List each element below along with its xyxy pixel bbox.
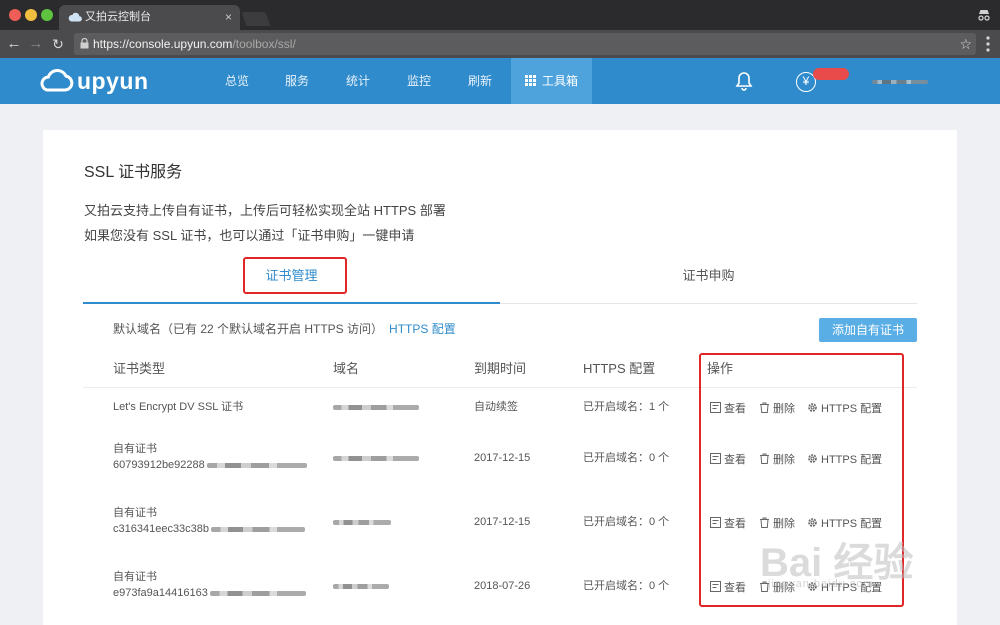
maximize-window-button[interactable] bbox=[41, 9, 53, 21]
bookmark-star-icon[interactable]: ☆ bbox=[959, 33, 972, 55]
baidu-watermark-url: jingyan.baidu.com bbox=[768, 578, 874, 590]
upyun-logo[interactable]: upyun bbox=[38, 67, 158, 95]
lock-icon bbox=[80, 38, 89, 49]
incognito-icon bbox=[978, 10, 990, 21]
highlight-box-tab bbox=[243, 257, 347, 294]
column-header-domain: 域名 bbox=[333, 361, 360, 376]
bell-icon[interactable] bbox=[735, 71, 753, 91]
description-line-2: 如果您没有 SSL 证书，也可以通过「证书申购」一键申请 bbox=[84, 228, 415, 243]
expiry-value: 自动续签 bbox=[474, 401, 518, 413]
url-path: /toolbox/ssl/ bbox=[232, 37, 296, 51]
page-title: SSL 证书服务 bbox=[84, 164, 183, 181]
new-tab-button[interactable] bbox=[241, 12, 271, 26]
nav-refresh[interactable]: 刷新 bbox=[455, 58, 505, 104]
domain-value bbox=[333, 514, 391, 530]
nav-monitoring[interactable]: 监控 bbox=[394, 58, 444, 104]
column-header-type: 证书类型 bbox=[113, 361, 166, 376]
cert-id: c316341eec33c38b bbox=[113, 521, 306, 537]
domain-value bbox=[333, 578, 389, 594]
tab-certificate-purchase[interactable]: 证书申购 bbox=[500, 256, 917, 303]
tab-close-icon[interactable]: × bbox=[225, 5, 232, 30]
minimize-window-button[interactable] bbox=[25, 9, 37, 21]
app-header: upyun 总览 服务 统计 监控 刷新 工具箱 ¥ bbox=[0, 58, 1000, 104]
grid-icon bbox=[524, 75, 536, 86]
logo-text: upyun bbox=[77, 68, 149, 94]
nav-toolbox[interactable]: 工具箱 bbox=[511, 58, 592, 104]
nav-statistics[interactable]: 统计 bbox=[333, 58, 383, 104]
column-header-https: HTTPS 配置 bbox=[583, 361, 656, 376]
address-bar[interactable]: https://console.upyun.com/toolbox/ssl/ ☆ bbox=[74, 33, 976, 55]
domain-value bbox=[333, 399, 419, 415]
browser-menu-icon[interactable] bbox=[986, 36, 990, 52]
tab-bar: 证书管理 证书申购 bbox=[83, 256, 917, 304]
https-config-link[interactable]: HTTPS 配置 bbox=[389, 322, 456, 336]
user-account-menu[interactable] bbox=[872, 80, 928, 84]
https-status: 已开启域名：0 个 bbox=[583, 452, 670, 464]
default-domain-notice: 默认域名（已有 22 个默认域名开启 HTTPS 访问） HTTPS 配置 bbox=[113, 320, 456, 337]
description-line-1: 又拍云支持上传自有证书，上传后可轻松实现全站 HTTPS 部署 bbox=[84, 203, 446, 218]
cert-type: 自有证书 bbox=[113, 443, 157, 455]
expiry-value: 2017-12-15 bbox=[474, 452, 531, 464]
browser-toolbar: ← → ↻ https://console.upyun.com/toolbox/… bbox=[0, 30, 1000, 58]
cert-type: 自有证书 bbox=[113, 571, 157, 583]
cert-id: e973fa9a14416163 bbox=[113, 585, 306, 601]
browser-tabbar: 又拍云控制台 × bbox=[0, 0, 1000, 30]
tab-title: 又拍云控制台 bbox=[85, 11, 151, 23]
notice-text: 默认域名（已有 22 个默认域名开启 HTTPS 访问） bbox=[113, 322, 384, 336]
expiry-value: 2017-12-15 bbox=[474, 516, 531, 528]
url-scheme: https:// bbox=[93, 37, 130, 51]
cert-id: 60793912be92288 bbox=[113, 457, 307, 473]
url-host: console.upyun.com bbox=[129, 37, 233, 51]
https-status: 已开启域名：1 个 bbox=[583, 401, 670, 413]
column-header-expiry: 到期时间 bbox=[474, 361, 527, 376]
cert-type: 自有证书 bbox=[113, 507, 157, 519]
expiry-value: 2018-07-26 bbox=[474, 580, 531, 592]
browser-tab[interactable]: 又拍云控制台 × bbox=[59, 5, 240, 30]
nav-services[interactable]: 服务 bbox=[272, 58, 322, 104]
cert-type: Let's Encrypt DV SSL 证书 bbox=[113, 401, 244, 413]
logo-cloud-icon bbox=[40, 69, 74, 92]
https-status: 已开启域名：0 个 bbox=[583, 516, 670, 528]
forward-arrow-icon[interactable]: → bbox=[26, 30, 46, 58]
balance-badge bbox=[813, 68, 849, 80]
cloud-icon bbox=[68, 12, 82, 22]
nav-overview[interactable]: 总览 bbox=[212, 58, 262, 104]
add-certificate-button[interactable]: 添加自有证书 bbox=[819, 318, 917, 342]
domain-value bbox=[333, 450, 419, 466]
https-status: 已开启域名：0 个 bbox=[583, 580, 670, 592]
close-window-button[interactable] bbox=[9, 9, 21, 21]
back-arrow-icon[interactable]: ← bbox=[4, 30, 24, 58]
reload-icon[interactable]: ↻ bbox=[48, 30, 68, 58]
